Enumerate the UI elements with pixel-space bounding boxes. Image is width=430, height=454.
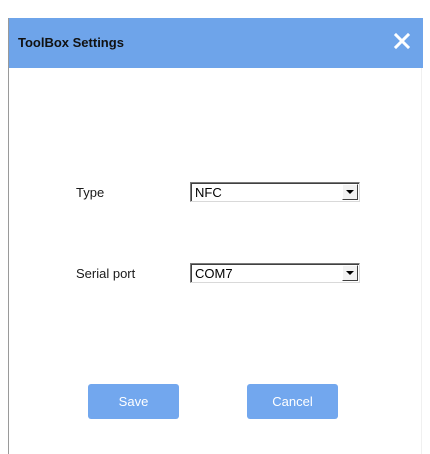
- serial-port-dropdown-arrow[interactable]: [342, 265, 358, 281]
- dialog-title: ToolBox Settings: [18, 35, 124, 50]
- type-select-value: NFC: [195, 185, 222, 200]
- save-button[interactable]: Save: [88, 384, 179, 419]
- toolbox-settings-dialog: ToolBox Settings Type NFC Serial port CO…: [8, 18, 423, 454]
- close-button[interactable]: [391, 30, 413, 52]
- type-select[interactable]: NFC: [190, 182, 360, 202]
- serial-port-label: Serial port: [76, 266, 136, 281]
- serial-port-select-value: COM7: [195, 266, 233, 281]
- cancel-button[interactable]: Cancel: [247, 384, 338, 419]
- chevron-down-icon: [346, 190, 354, 194]
- close-icon: [393, 32, 411, 50]
- dialog-title-bar: ToolBox Settings: [9, 18, 423, 68]
- type-label: Type: [76, 185, 105, 200]
- serial-port-select[interactable]: COM7: [190, 263, 360, 283]
- chevron-down-icon: [346, 271, 354, 275]
- type-dropdown-arrow[interactable]: [342, 184, 358, 200]
